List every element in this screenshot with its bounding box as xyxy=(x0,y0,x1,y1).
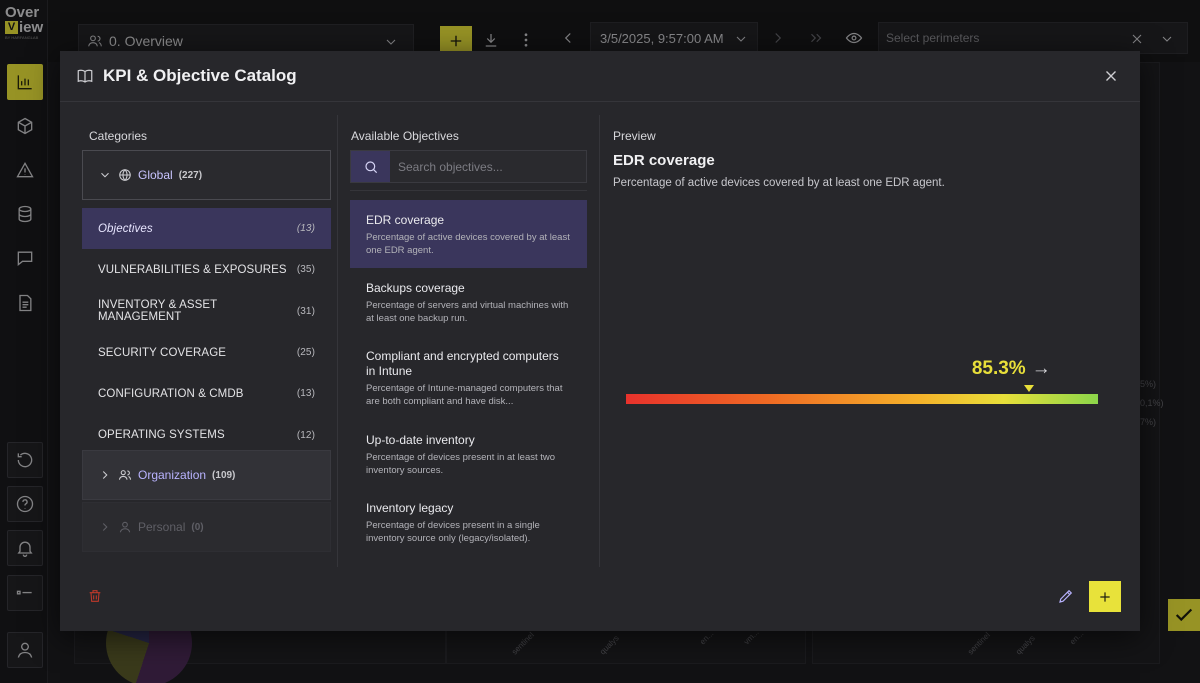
delete-button[interactable] xyxy=(87,588,103,604)
close-icon xyxy=(1106,71,1116,81)
category-item-configuration[interactable]: CONFIGURATION & CMDB (13) xyxy=(82,373,331,414)
group-name: Organization xyxy=(138,468,207,482)
objective-search xyxy=(350,150,587,183)
objective-title: Backups coverage xyxy=(366,281,465,295)
preview-heading: Preview xyxy=(613,129,656,143)
add-objective-button[interactable] xyxy=(1089,581,1121,612)
category-list: Objectives (13) VULNERABILITIES & EXPOSU… xyxy=(82,208,331,447)
users-icon xyxy=(118,470,132,480)
category-group-global[interactable]: Global (227) xyxy=(82,150,331,200)
category-name: Objectives xyxy=(98,222,153,235)
category-item-objectives[interactable]: Objectives (13) xyxy=(82,208,331,250)
trash-icon xyxy=(89,590,101,602)
edit-button[interactable] xyxy=(1057,587,1075,605)
category-group-organization[interactable]: Organization (109) xyxy=(82,450,331,500)
user-icon xyxy=(119,521,131,533)
objective-description: Percentage of devices present in at leas… xyxy=(366,452,556,476)
objective-title: Up-to-date inventory xyxy=(366,433,475,447)
gauge-value-label: 85.3% xyxy=(971,358,1026,379)
objectives-heading: Available Objectives xyxy=(351,129,459,143)
objective-description: Percentage of active devices covered by … xyxy=(366,232,570,256)
category-item-vulnerabilities[interactable]: VULNERABILITIES & EXPOSURES (35) xyxy=(82,249,331,290)
modal-title: KPI & Objective Catalog xyxy=(103,66,297,85)
group-count: (0) xyxy=(191,521,204,533)
group-count: (227) xyxy=(178,169,203,181)
category-name: VULNERABILITIES & EXPOSURES xyxy=(98,263,287,276)
category-name: OPERATING SYSTEMS xyxy=(98,429,225,442)
chevron-right-icon xyxy=(102,471,108,479)
objective-item-backups-coverage[interactable]: Backups coverage Percentage of servers a… xyxy=(350,268,587,336)
preview-objective-description: Percentage of active devices covered by … xyxy=(613,177,945,189)
category-count: (13) xyxy=(296,388,315,400)
objective-item-intune-compliance[interactable]: Compliant and encrypted computers in Int… xyxy=(350,336,587,420)
pencil-icon xyxy=(1059,589,1073,603)
search-input[interactable] xyxy=(390,151,586,182)
category-count: (31) xyxy=(296,305,315,317)
category-count: (35) xyxy=(296,264,315,276)
group-count: (109) xyxy=(212,469,236,481)
category-name: CONFIGURATION & CMDB xyxy=(98,387,244,400)
category-count: (12) xyxy=(296,429,315,441)
column-divider xyxy=(337,115,338,567)
objective-item-edr-coverage[interactable]: EDR coverage Percentage of active device… xyxy=(350,200,587,268)
search-button[interactable] xyxy=(351,151,390,182)
objective-description: Percentage of Intune-managed computers t… xyxy=(366,383,563,407)
objective-title: EDR coverage xyxy=(366,213,445,227)
search-icon xyxy=(364,160,377,173)
globe-icon xyxy=(119,169,131,181)
objective-item-inventory-legacy[interactable]: Inventory legacy Percentage of devices p… xyxy=(350,488,587,556)
preview-objective-name: EDR coverage xyxy=(613,152,715,169)
chevron-right-icon xyxy=(102,523,108,531)
objective-title: Compliant and encrypted computers in Int… xyxy=(366,349,559,378)
objective-title: Inventory legacy xyxy=(366,501,454,515)
category-name: SECURITY COVERAGE xyxy=(98,346,227,359)
group-name: Global xyxy=(138,168,173,182)
category-group-personal[interactable]: Personal (0) xyxy=(82,502,331,552)
modal-header: KPI & Objective Catalog xyxy=(60,51,1140,102)
gauge-marker xyxy=(1023,385,1034,392)
gauge-bar xyxy=(626,394,1098,404)
gauge-value: 85.3% → xyxy=(972,358,1051,380)
group-name: Personal xyxy=(138,520,186,534)
category-count: (13) xyxy=(296,223,315,235)
column-divider xyxy=(599,115,600,567)
objective-list: EDR coverage Percentage of active device… xyxy=(350,190,587,560)
trend-arrow-icon: → xyxy=(1031,358,1051,379)
book-icon xyxy=(77,69,93,83)
kpi-catalog-modal: KPI & Objective Catalog Categories Globa… xyxy=(60,51,1140,631)
chevron-down-icon xyxy=(101,172,109,178)
categories-heading: Categories xyxy=(89,129,148,143)
objective-item-up-to-date-inventory[interactable]: Up-to-date inventory Percentage of devic… xyxy=(350,420,587,488)
category-item-operating-systems[interactable]: OPERATING SYSTEMS (12) xyxy=(82,414,331,447)
objective-description: Percentage of devices present in a singl… xyxy=(366,520,540,544)
category-item-inventory[interactable]: INVENTORY & ASSET MANAGEMENT (31) xyxy=(82,291,331,332)
objective-description: Percentage of servers and virtual machin… xyxy=(366,300,569,324)
category-count: (25) xyxy=(296,347,315,359)
close-button[interactable] xyxy=(1102,67,1120,85)
plus-icon xyxy=(1100,591,1110,602)
category-item-security-coverage[interactable]: SECURITY COVERAGE (25) xyxy=(82,332,331,373)
category-name: INVENTORY & ASSET MANAGEMENT xyxy=(98,299,218,324)
